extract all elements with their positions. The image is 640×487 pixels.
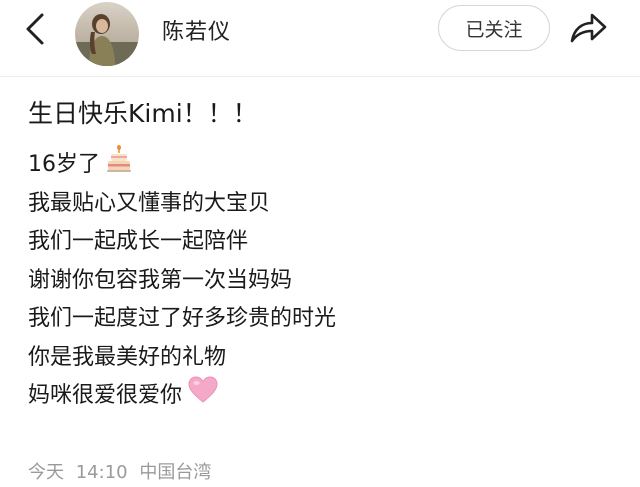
pink-heart-icon — [188, 375, 218, 418]
post-line: 16岁了 — [28, 144, 618, 187]
username[interactable]: 陈若仪 — [162, 14, 231, 46]
post-line-text: 谢谢你包容我第一次当妈妈 — [28, 267, 293, 293]
post-line-text: 16岁了 — [28, 152, 100, 177]
post-line: 我最贴心又懂事的大宝贝 — [28, 185, 618, 224]
post-time: 14:10 — [75, 462, 128, 483]
post-content: 生日快乐Kimi！！！ 16岁了 我最贴心又懂事的大宝贝 我们一起成长一起陪伴 … — [28, 94, 618, 416]
chevron-left-icon — [26, 13, 44, 45]
follow-button[interactable]: 已关注 — [438, 5, 550, 51]
post-title: 生日快乐Kimi！！！ — [28, 99, 258, 128]
post-line: 我们一起成长一起陪伴 — [28, 223, 618, 262]
avatar-image — [75, 2, 139, 66]
post-day: 今天 — [28, 462, 64, 483]
avatar[interactable] — [75, 2, 139, 66]
top-bar: 陈若仪 已关注 — [0, 0, 640, 77]
post-line: 妈咪很爱很爱你 — [28, 375, 618, 418]
post-line-text: 我最贴心又懂事的大宝贝 — [28, 190, 271, 216]
post-line: 谢谢你包容我第一次当妈妈 — [28, 262, 618, 301]
post-line-text: 妈咪很爱很爱你 — [28, 383, 183, 408]
birthday-cake-icon — [106, 144, 132, 187]
back-button[interactable] — [18, 12, 52, 46]
share-button[interactable] — [566, 8, 610, 48]
post-line-text: 我们一起成长一起陪伴 — [28, 229, 249, 254]
post-line-text: 你是我最美好的礼物 — [28, 344, 227, 370]
post-line: 我们一起度过了好多珍贵的时光 — [28, 300, 618, 339]
post-line: 你是我最美好的礼物 — [28, 339, 618, 378]
share-arrow-icon — [570, 13, 607, 43]
post-meta: 今天 14:10 中国台湾 — [28, 458, 217, 484]
post-location: 中国台湾 — [139, 462, 212, 483]
post-line-text: 我们一起度过了好多珍贵的时光 — [28, 306, 337, 331]
